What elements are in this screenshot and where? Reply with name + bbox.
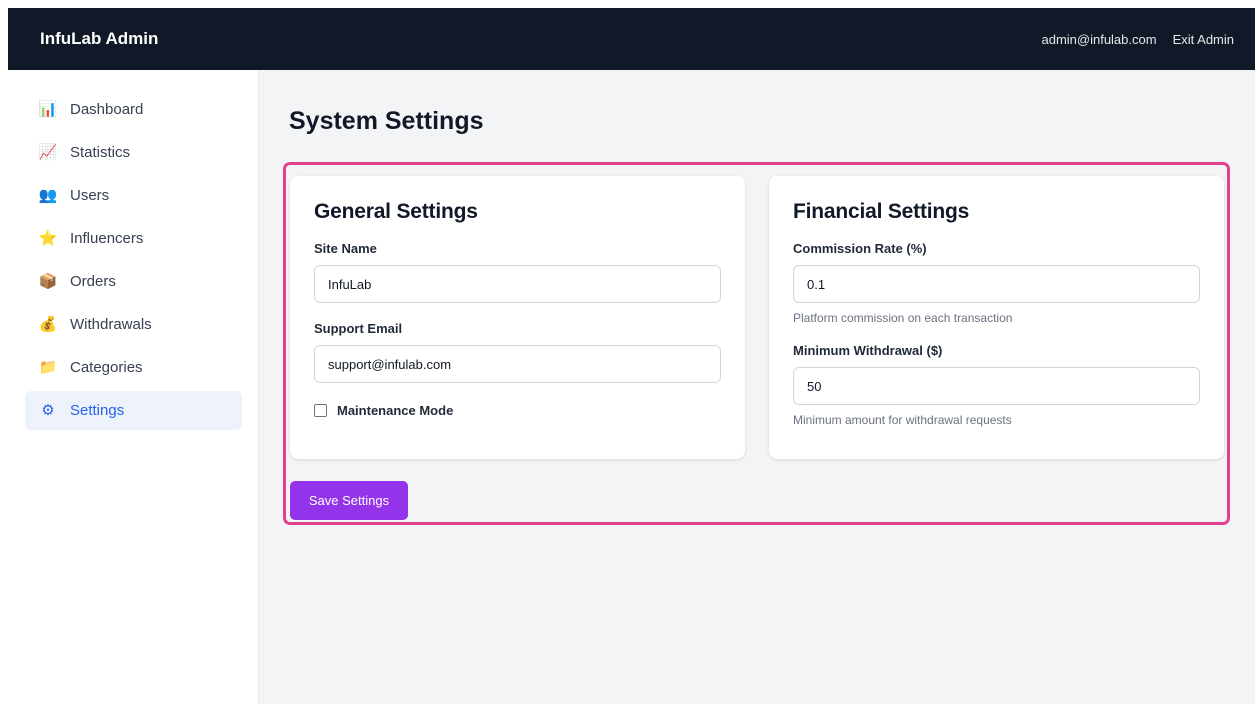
brand-title: InfuLab Admin <box>40 29 159 48</box>
sidebar-item-label: Users <box>70 187 110 204</box>
gear-icon: ⚙ <box>41 402 55 419</box>
bar-chart-icon: 📊 <box>38 101 58 118</box>
top-navbar: InfuLab Admin admin@infulab.com Exit Adm… <box>8 8 1255 70</box>
sidebar-item-users[interactable]: 👥 Users <box>25 176 242 215</box>
sidebar-item-label: Influencers <box>70 230 144 247</box>
commission-rate-hint: Platform commission on each transaction <box>793 311 1013 325</box>
general-settings-title: General Settings <box>314 200 478 223</box>
exit-admin-link[interactable]: Exit Admin <box>1173 32 1234 47</box>
support-email-label: Support Email <box>314 321 403 336</box>
save-settings-button[interactable]: Save Settings <box>290 481 408 520</box>
users-icon: 👥 <box>38 187 58 204</box>
package-icon: 📦 <box>38 273 58 290</box>
maintenance-mode-row: Maintenance Mode <box>314 403 721 418</box>
sidebar-item-label: Dashboard <box>70 101 144 118</box>
folder-icon: 📁 <box>38 359 58 376</box>
money-bag-icon: 💰 <box>38 316 58 333</box>
sidebar-item-label: Withdrawals <box>70 316 152 333</box>
main-content: System Settings General Settings Site Na… <box>259 70 1255 704</box>
sidebar-item-categories[interactable]: 📁 Categories <box>25 348 242 387</box>
line-chart-icon: 📈 <box>38 144 58 161</box>
site-name-input[interactable]: InfuLab <box>314 265 721 303</box>
site-name-label: Site Name <box>314 241 377 256</box>
sidebar: 📊 Dashboard 📈 Statistics 👥 Users ⭐ Influ… <box>8 70 259 704</box>
sidebar-item-influencers[interactable]: ⭐ Influencers <box>25 219 242 258</box>
maintenance-mode-label: Maintenance Mode <box>337 403 454 418</box>
commission-rate-input[interactable]: 0.1 <box>793 265 1200 303</box>
sidebar-item-label: Statistics <box>70 144 131 161</box>
minimum-withdrawal-input[interactable]: 50 <box>793 367 1200 405</box>
sidebar-item-settings[interactable]: ⚙ Settings <box>25 391 242 430</box>
sidebar-item-statistics[interactable]: 📈 Statistics <box>25 133 242 172</box>
financial-settings-title: Financial Settings <box>793 200 970 223</box>
support-email-input[interactable]: support@infulab.com <box>314 345 721 383</box>
sidebar-item-label: Orders <box>70 273 116 290</box>
commission-rate-label: Commission Rate (%) <box>793 241 927 256</box>
star-icon: ⭐ <box>38 230 58 247</box>
topbar-user-area: admin@infulab.com Exit Admin <box>1041 32 1234 47</box>
sidebar-item-label: Settings <box>70 402 125 419</box>
user-email: admin@infulab.com <box>1041 31 1157 47</box>
sidebar-item-dashboard[interactable]: 📊 Dashboard <box>25 90 242 129</box>
general-settings-card: General Settings Site Name InfuLab Suppo… <box>290 176 745 459</box>
financial-settings-card: Financial Settings Commission Rate (%) 0… <box>769 176 1224 459</box>
sidebar-item-withdrawals[interactable]: 💰 Withdrawals <box>25 305 242 344</box>
minimum-withdrawal-label: Minimum Withdrawal ($) <box>793 343 943 358</box>
minimum-withdrawal-hint: Minimum amount for withdrawal requests <box>793 413 1012 427</box>
app-frame: InfuLab Admin admin@infulab.com Exit Adm… <box>8 8 1255 704</box>
maintenance-mode-checkbox[interactable] <box>314 404 327 417</box>
sidebar-item-label: Categories <box>70 359 143 376</box>
sidebar-item-orders[interactable]: 📦 Orders <box>25 262 242 301</box>
page-title: System Settings <box>289 107 484 135</box>
